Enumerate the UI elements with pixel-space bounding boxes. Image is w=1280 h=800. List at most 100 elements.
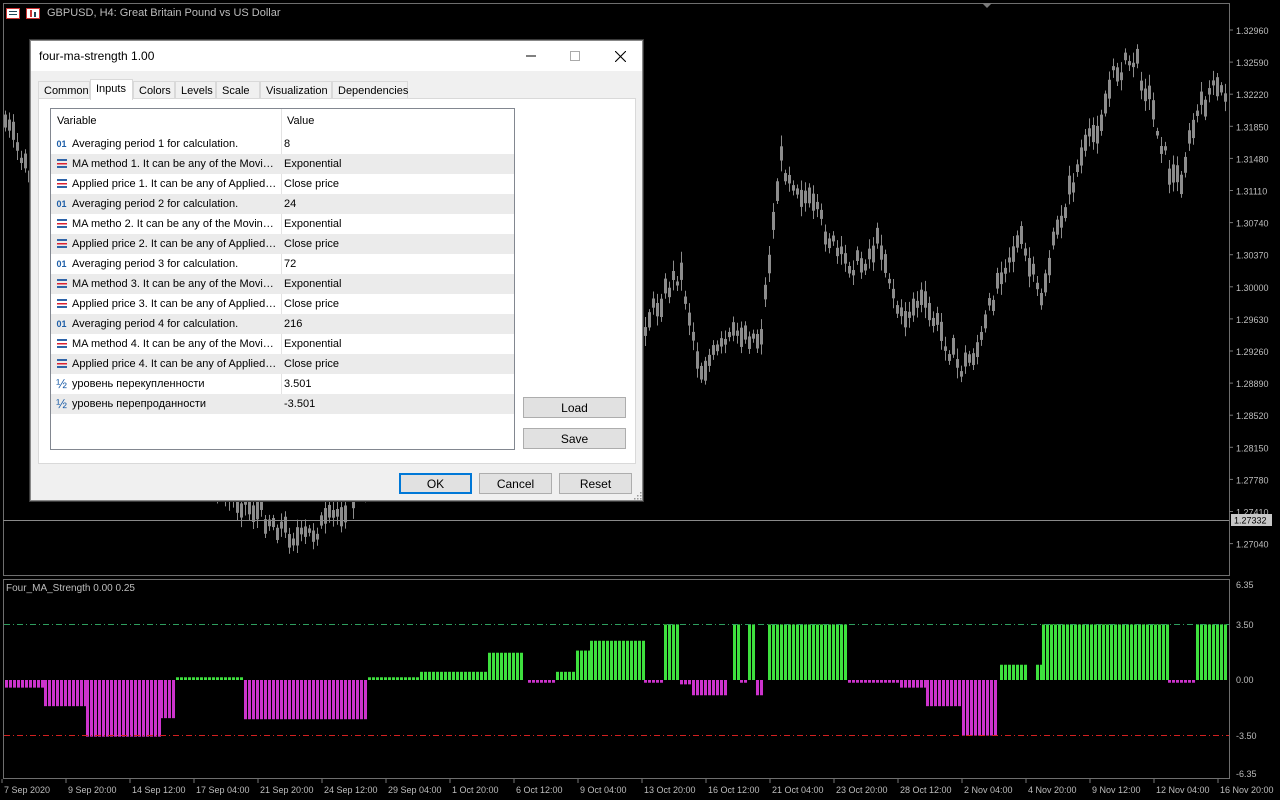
histogram-bar — [500, 652, 503, 680]
input-row[interactable]: Applied price 1. It can be any of Applie… — [51, 174, 514, 194]
variable-value[interactable]: -3.501 — [284, 398, 315, 410]
time-label: 9 Oct 04:00 — [580, 785, 627, 795]
maximize-button[interactable] — [552, 41, 598, 71]
variable-value[interactable]: 216 — [284, 318, 302, 330]
candle-body — [1144, 88, 1147, 102]
histogram-bar — [404, 677, 407, 680]
input-row[interactable]: Applied price 3. It can be any of Applie… — [51, 294, 514, 314]
input-row[interactable]: 01 Averaging period 4 for calculation. 216 — [51, 314, 514, 334]
histogram-bar — [704, 680, 707, 696]
input-row[interactable]: 01 Averaging period 1 for calculation. 8 — [51, 134, 514, 154]
histogram-bar — [626, 640, 629, 680]
input-row[interactable]: Applied price 4. It can be any of Applie… — [51, 354, 514, 374]
load-button[interactable]: Load — [523, 397, 626, 418]
variable-value[interactable]: Close price — [284, 178, 339, 190]
histogram-bar — [240, 677, 243, 680]
histogram-bar — [1070, 624, 1073, 680]
candle-body — [1112, 66, 1115, 71]
cancel-button[interactable]: Cancel — [479, 473, 552, 494]
histogram-bar — [920, 680, 923, 688]
candle-body — [824, 231, 827, 245]
one-click-trading-icon[interactable] — [26, 7, 40, 19]
minimize-button[interactable] — [508, 41, 554, 71]
histogram-bar — [1036, 664, 1039, 680]
histogram-bar — [888, 680, 891, 683]
candle-body — [1196, 110, 1199, 116]
variable-value[interactable]: Exponential — [284, 338, 342, 350]
histogram-bar — [1066, 624, 1069, 680]
histogram-bar — [780, 624, 783, 680]
variable-value[interactable]: 3.501 — [284, 378, 312, 390]
histogram-bar — [668, 624, 671, 680]
tab-colors[interactable]: Colors — [133, 81, 175, 99]
candle-body — [708, 354, 711, 366]
input-row[interactable]: 01 Averaging period 2 for calculation. 24 — [51, 194, 514, 214]
histogram-bar — [1212, 624, 1215, 680]
histogram-bar — [606, 640, 609, 680]
variable-value[interactable]: Close price — [284, 238, 339, 250]
histogram-bar — [212, 677, 215, 680]
histogram-bar — [1004, 664, 1007, 680]
histogram-bar — [320, 680, 323, 720]
input-row[interactable]: MA metho 2. It can be any of the Moving … — [51, 214, 514, 234]
inputs-grid[interactable]: Variable Value 01 Averaging period 1 for … — [50, 108, 515, 450]
variable-value[interactable]: Close price — [284, 298, 339, 310]
enum-param-icon — [55, 278, 68, 290]
variable-value[interactable]: Exponential — [284, 218, 342, 230]
candle-body — [912, 298, 915, 316]
histogram-bar — [896, 680, 899, 683]
tab-dependencies[interactable]: Dependencies — [332, 81, 408, 99]
close-button[interactable] — [597, 41, 643, 71]
input-row[interactable]: MA method 4. It can be any of the Moving… — [51, 334, 514, 354]
reset-button[interactable]: Reset — [559, 473, 632, 494]
input-row[interactable]: ½ уровень перекупленности 3.501 — [51, 374, 514, 394]
tab-inputs[interactable]: Inputs — [90, 79, 133, 100]
ok-button[interactable]: OK — [399, 473, 472, 494]
input-row[interactable]: 01 Averaging period 3 for calculation. 72 — [51, 254, 514, 274]
variable-value[interactable]: 24 — [284, 198, 296, 210]
histogram-bar — [916, 680, 919, 688]
candle-body — [664, 278, 667, 294]
column-variable[interactable]: Variable — [57, 115, 97, 127]
histogram-bar — [1134, 624, 1137, 680]
tab-visualization[interactable]: Visualization — [260, 81, 332, 99]
candle-body — [24, 153, 27, 169]
tab-scale[interactable]: Scale — [216, 81, 260, 99]
time-label: 4 Nov 20:00 — [1028, 785, 1077, 795]
candle-body — [1052, 231, 1055, 246]
dialog-titlebar[interactable]: four-ma-strength 1.00 — [31, 41, 642, 71]
histogram-bar — [340, 680, 343, 720]
input-row[interactable]: ½ уровень перепроданности -3.501 — [51, 394, 514, 414]
input-row[interactable]: Applied price 2. It can be any of Applie… — [51, 234, 514, 254]
histogram-bar — [860, 680, 863, 683]
candle-body — [744, 325, 747, 340]
histogram-bar — [52, 680, 55, 707]
candle-body — [968, 354, 971, 363]
candle-body — [1096, 125, 1099, 144]
time-label: 13 Oct 20:00 — [644, 785, 696, 795]
save-button[interactable]: Save — [523, 428, 626, 449]
variable-value[interactable]: Close price — [284, 358, 339, 370]
column-value[interactable]: Value — [287, 115, 314, 127]
input-row[interactable]: MA method 1. It can be any of the Moving… — [51, 154, 514, 174]
histogram-bar — [220, 677, 223, 680]
price-label: 1.31850 — [1236, 122, 1269, 132]
histogram-bar — [642, 640, 645, 680]
tab-common[interactable]: Common — [38, 81, 90, 99]
histogram-bar — [630, 640, 633, 680]
candle-body — [816, 201, 819, 210]
histogram-bar — [380, 677, 383, 680]
candle-body — [1028, 258, 1031, 277]
histogram-bar — [950, 680, 953, 707]
tab-levels[interactable]: Levels — [175, 81, 216, 99]
candle-body — [300, 527, 303, 535]
resize-grip-icon[interactable] — [634, 492, 642, 500]
variable-value[interactable]: Exponential — [284, 158, 342, 170]
variable-value[interactable]: 8 — [284, 138, 290, 150]
input-row[interactable]: MA method 3. It can be any of the Moving… — [51, 274, 514, 294]
chart-menu-icon[interactable] — [6, 7, 20, 19]
histogram-bar — [548, 680, 551, 683]
histogram-bar — [464, 671, 467, 680]
variable-value[interactable]: 72 — [284, 258, 296, 270]
variable-value[interactable]: Exponential — [284, 278, 342, 290]
